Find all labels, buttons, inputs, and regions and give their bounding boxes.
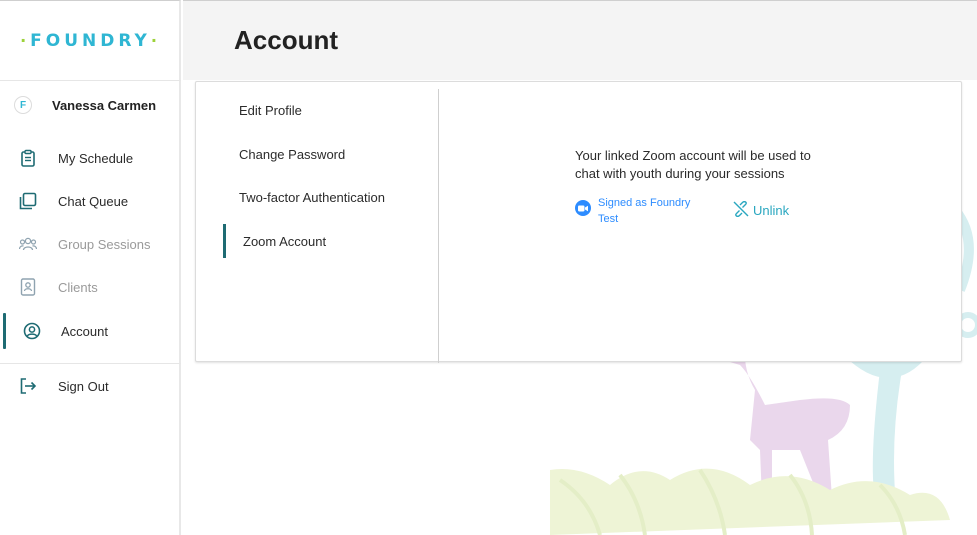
sign-out-icon <box>18 376 38 396</box>
card-divider <box>438 89 439 363</box>
submenu-active-indicator <box>223 224 226 258</box>
menu-item-two-factor-authentication[interactable]: Two-factor Authentication <box>239 190 385 205</box>
chat-queue-icon <box>18 191 38 211</box>
contact-card-icon <box>18 277 38 297</box>
nav-item-group-sessions[interactable]: Group Sessions <box>0 226 181 262</box>
nav-item-clients[interactable]: Clients <box>0 269 181 305</box>
logo-wordmark: ·FOUNDRY· <box>20 30 161 51</box>
page-header: Account <box>183 0 977 80</box>
zoom-description: Your linked Zoom account will be used to… <box>575 148 811 181</box>
group-icon <box>18 234 38 254</box>
user-name: Vanessa Carmen <box>52 97 157 113</box>
unlink-label: Unlink <box>753 203 790 218</box>
nav-item-chat-queue[interactable]: Chat Queue <box>0 183 181 219</box>
zoom-signed-status: Signed as Foundry Test <box>575 195 698 227</box>
sidebar: ·FOUNDRY· F Vanessa Carmen My Schedule C… <box>0 0 181 535</box>
nav-label: Clients <box>58 279 98 295</box>
user-profile: F Vanessa Carmen <box>0 85 181 125</box>
active-indicator <box>3 313 6 349</box>
page-title: Account <box>234 25 338 55</box>
foundry-logo[interactable]: ·FOUNDRY· <box>0 1 181 81</box>
nav-label: Group Sessions <box>58 236 151 252</box>
zoom-signed-label: Signed as Foundry Test <box>598 197 691 225</box>
zoom-camera-icon <box>575 200 591 216</box>
nav-label: My Schedule <box>58 150 134 166</box>
menu-item-zoom-account[interactable]: Zoom Account <box>243 234 326 249</box>
nav-label: Chat Queue <box>58 193 129 209</box>
nav-label: Account <box>61 323 108 339</box>
nav-divider <box>0 363 181 364</box>
nav-item-my-schedule[interactable]: My Schedule <box>0 140 181 176</box>
menu-item-change-password[interactable]: Change Password <box>239 147 345 162</box>
account-circle-icon <box>22 321 42 341</box>
nav-label: Sign Out <box>58 378 109 394</box>
sign-out-button[interactable]: Sign Out <box>0 368 181 404</box>
clipboard-icon <box>18 148 38 168</box>
unlink-button[interactable]: Unlink <box>733 200 790 220</box>
nav-item-account[interactable]: Account <box>0 313 181 349</box>
unlink-icon <box>733 200 749 220</box>
user-avatar: F <box>14 96 32 114</box>
menu-item-edit-profile[interactable]: Edit Profile <box>239 103 302 118</box>
account-card: Edit Profile Change Password Two-factor … <box>195 81 962 363</box>
